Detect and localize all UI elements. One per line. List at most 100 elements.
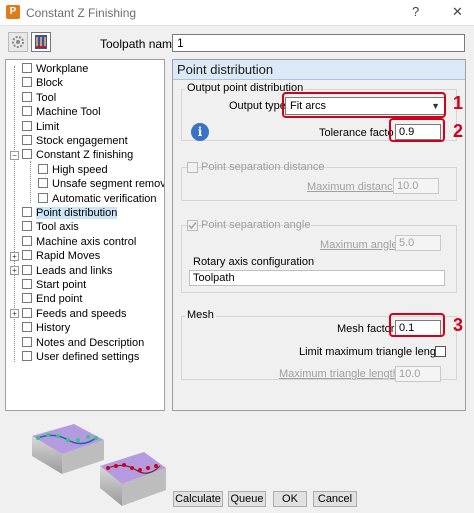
tree-item-label: Constant Z finishing bbox=[36, 149, 134, 162]
block-icon bbox=[22, 77, 32, 88]
annotation-box-3 bbox=[389, 313, 445, 337]
calculate-button[interactable]: Calculate bbox=[173, 491, 223, 507]
rotary-axis-config-label: Rotary axis configuration bbox=[193, 256, 315, 268]
tree-item-point-distribution[interactable]: Point distribution bbox=[22, 206, 118, 220]
tree-item-label: Start point bbox=[36, 279, 87, 291]
help-icon[interactable]: ? bbox=[412, 4, 419, 19]
tree-item-workplane[interactable]: Workplane bbox=[22, 62, 88, 76]
rapid-moves-icon bbox=[22, 250, 32, 261]
info-icon: i bbox=[191, 123, 209, 141]
tree-item-high-speed[interactable]: High speed bbox=[38, 163, 108, 177]
toolpath-name-input[interactable]: 1 bbox=[172, 34, 465, 52]
annotation-number-2: 2 bbox=[453, 121, 464, 141]
tree-item-end-point[interactable]: End point bbox=[22, 292, 82, 306]
limit-icon bbox=[22, 120, 32, 131]
annotation-box-2 bbox=[389, 118, 445, 142]
tree-item-label: Limit bbox=[36, 120, 60, 133]
end-point-icon bbox=[22, 293, 32, 304]
annotation-number-3: 3 bbox=[453, 315, 464, 335]
leads-links-icon bbox=[22, 264, 32, 275]
close-icon[interactable]: ✕ bbox=[452, 4, 463, 20]
separation-distance-checkbox[interactable] bbox=[187, 162, 198, 173]
tree-item-limit[interactable]: Limit bbox=[22, 120, 59, 134]
strategy-tree: Workplane Block Tool Machine Tool Limit Stock… bbox=[5, 59, 165, 411]
tree-item-label: Notes and Description bbox=[36, 336, 145, 349]
tree-item-label: Leads and links bbox=[36, 264, 113, 277]
tree-item-history[interactable]: History bbox=[22, 321, 70, 335]
toolpath-strategy-icon[interactable] bbox=[31, 32, 51, 52]
expand-tree-icon[interactable]: + bbox=[10, 251, 19, 261]
machine-tool-icon bbox=[22, 106, 32, 117]
tree-item-stock-engagement[interactable]: Stock engagement bbox=[22, 134, 128, 148]
expand-tree-icon[interactable]: + bbox=[10, 309, 19, 319]
strategy-preview-image bbox=[32, 424, 166, 506]
maximum-distance-input[interactable]: 10.0 bbox=[393, 178, 439, 194]
tree-item-leads-and-links[interactable]: Leads and links bbox=[22, 264, 112, 278]
machine-axis-icon bbox=[22, 235, 32, 246]
output-type-label: Output type bbox=[229, 100, 286, 112]
tree-item-label: Machine Tool bbox=[36, 106, 101, 119]
tree-item-notes-and-description[interactable]: Notes and Description bbox=[22, 336, 144, 350]
annotation-number-1: 1 bbox=[453, 93, 464, 113]
toolpath-name-label: Toolpath name bbox=[100, 37, 179, 51]
tree-item-label: Feeds and speeds bbox=[36, 307, 127, 320]
point-distribution-icon bbox=[22, 207, 32, 217]
tree-item-label: End point bbox=[36, 293, 83, 306]
collapse-tree-icon[interactable]: − bbox=[10, 150, 19, 160]
tree-item-constant-z-finishing[interactable]: Constant Z finishing bbox=[22, 148, 133, 162]
tree-item-label: Unsafe segment removal bbox=[52, 178, 165, 191]
rotary-axis-config-field[interactable]: Toolpath bbox=[189, 270, 445, 286]
tree-item-feeds-and-speeds[interactable]: Feeds and speeds bbox=[22, 307, 127, 321]
tree-item-label: Tool bbox=[36, 91, 57, 104]
start-point-icon bbox=[22, 279, 32, 289]
ok-button[interactable]: OK bbox=[273, 491, 307, 507]
limit-triangle-length-label: Limit maximum triangle length bbox=[299, 346, 446, 358]
workplane-icon bbox=[22, 63, 32, 73]
tree-item-label: Rapid Moves bbox=[36, 250, 101, 263]
tolerance-factor-label: Tolerance facto bbox=[319, 127, 394, 139]
mesh-group-title: Mesh bbox=[185, 309, 216, 321]
tree-item-tool-axis[interactable]: Tool axis bbox=[22, 220, 79, 234]
tree-item-machine-tool[interactable]: Machine Tool bbox=[22, 105, 101, 119]
tree-item-machine-axis-control[interactable]: Machine axis control bbox=[22, 235, 136, 249]
unsafe-segment-icon bbox=[38, 178, 48, 189]
separation-distance-label: Point separation distance bbox=[201, 161, 325, 173]
tree-item-tool[interactable]: Tool bbox=[22, 91, 56, 105]
window-title: Constant Z Finishing bbox=[26, 6, 137, 20]
tree-item-label: Automatic verification bbox=[52, 192, 157, 205]
tree-item-label: High speed bbox=[52, 163, 108, 176]
maximum-distance-label: Maximum distance bbox=[307, 181, 399, 193]
tree-item-start-point[interactable]: Start point bbox=[22, 278, 86, 292]
tree-item-unsafe-segment-removal[interactable]: Unsafe segment removal bbox=[38, 177, 165, 191]
separation-angle-label: Point separation angle bbox=[201, 219, 311, 231]
tree-item-user-defined-settings[interactable]: User defined settings bbox=[22, 350, 139, 364]
verification-icon bbox=[38, 192, 48, 203]
history-icon bbox=[22, 322, 32, 333]
title-bar: P Constant Z Finishing ? ✕ bbox=[0, 0, 474, 26]
tree-item-label: Machine axis control bbox=[36, 235, 137, 248]
tree-item-label: User defined settings bbox=[36, 351, 140, 363]
settings-gear-icon[interactable] bbox=[8, 32, 28, 52]
maximum-angle-input[interactable]: 5.0 bbox=[395, 235, 441, 251]
feeds-speeds-icon bbox=[22, 307, 32, 318]
tree-item-rapid-moves[interactable]: Rapid Moves bbox=[22, 249, 100, 263]
cancel-button[interactable]: Cancel bbox=[313, 491, 357, 507]
separation-angle-checkbox[interactable] bbox=[187, 220, 198, 231]
expand-tree-icon[interactable]: + bbox=[10, 266, 19, 276]
tree-item-block[interactable]: Block bbox=[22, 76, 63, 90]
maximum-angle-label: Maximum angle bbox=[320, 239, 398, 251]
notes-icon bbox=[22, 336, 32, 347]
maximum-triangle-length-input[interactable]: 10.0 bbox=[395, 366, 441, 382]
panel-title: Point distribution bbox=[173, 60, 465, 80]
tree-item-label: Stock engagement bbox=[36, 135, 128, 147]
tree-item-label: Tool axis bbox=[36, 221, 79, 234]
tree-item-automatic-verification[interactable]: Automatic verification bbox=[38, 192, 157, 206]
powermill-app-icon: P bbox=[6, 5, 20, 19]
constant-z-icon bbox=[22, 149, 32, 160]
stock-engagement-icon bbox=[22, 135, 32, 145]
queue-button[interactable]: Queue bbox=[228, 491, 266, 507]
user-settings-icon bbox=[22, 351, 32, 361]
limit-triangle-length-checkbox[interactable] bbox=[435, 346, 446, 357]
mesh-factor-label: Mesh factor bbox=[337, 323, 395, 335]
tree-item-label: Block bbox=[36, 77, 63, 90]
